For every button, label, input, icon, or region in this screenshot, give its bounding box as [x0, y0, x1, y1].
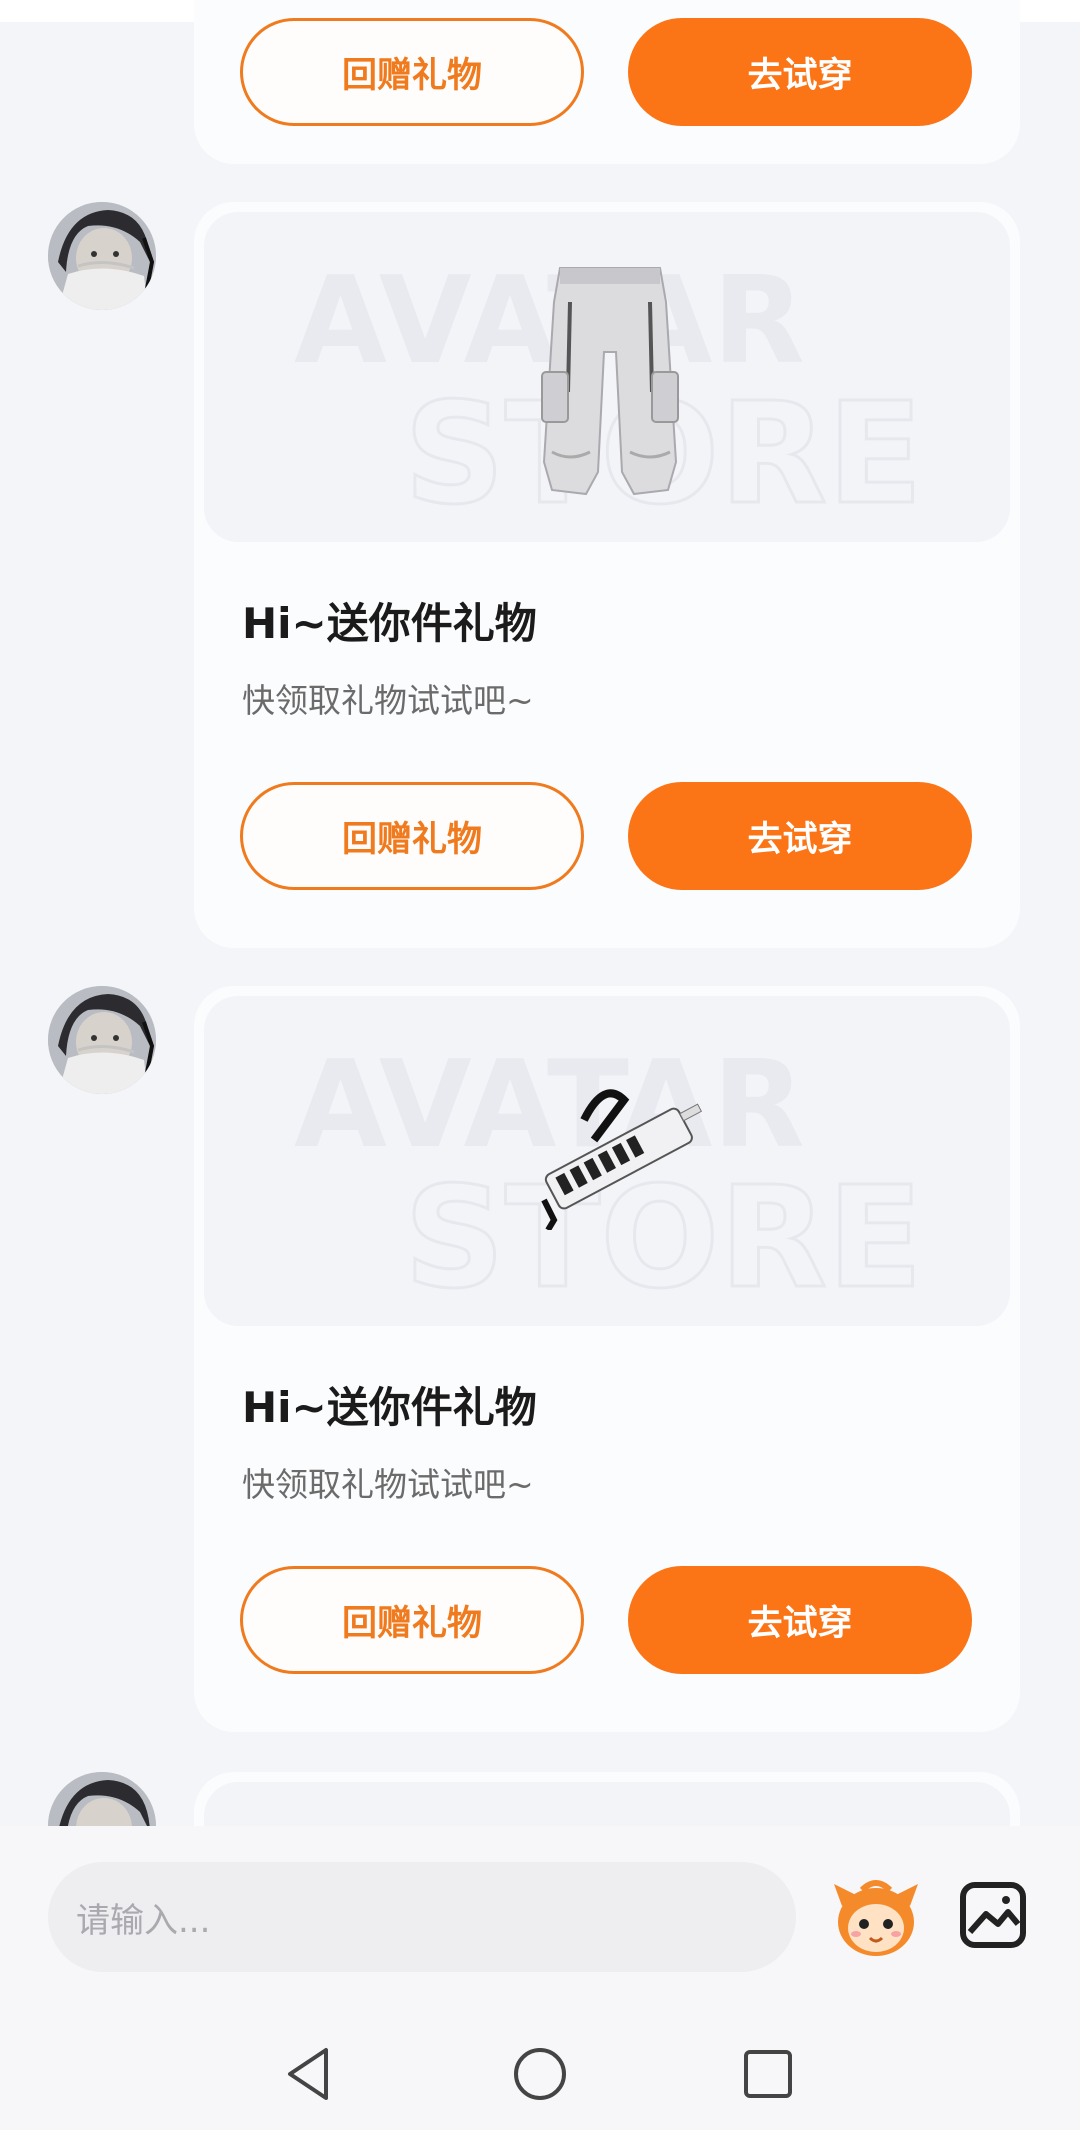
reply-gift-button[interactable]: 回赠礼物: [240, 1566, 584, 1674]
nav-recents-icon[interactable]: [738, 2044, 798, 2104]
nav-home-icon[interactable]: [510, 2044, 570, 2104]
emoji-mascot-icon[interactable]: [832, 1876, 920, 1960]
avatar-image: [48, 986, 156, 1094]
pants-icon: [541, 267, 679, 496]
gift-card: [194, 1772, 1020, 1826]
reply-gift-button[interactable]: 回赠礼物: [240, 18, 584, 126]
keytar-icon: [541, 1089, 703, 1230]
message-input-bar: 请输入...: [0, 1826, 1080, 2130]
gift-card: 回赠礼物 去试穿: [194, 0, 1020, 164]
gift-subtitle: 快领取礼物试试吧~: [242, 1465, 534, 1504]
reply-gift-button[interactable]: 回赠礼物: [240, 782, 584, 890]
gift-title: Hi~送你件礼物: [242, 599, 537, 648]
sender-avatar[interactable]: [48, 1772, 156, 1826]
sender-avatar[interactable]: [48, 986, 156, 1094]
chat-message-list[interactable]: 回赠礼物 去试穿 AVATAR STORE: [0, 0, 1080, 1826]
try-on-button[interactable]: 去试穿: [628, 782, 972, 890]
gift-subtitle: 快领取礼物试试吧~: [242, 681, 534, 720]
message-input[interactable]: 请输入...: [48, 1862, 796, 1972]
try-on-button[interactable]: 去试穿: [628, 1566, 972, 1674]
gift-preview[interactable]: AVATAR STORE: [204, 212, 1010, 542]
gift-card: AVATAR STORE Hi~送你件礼物 快领取礼物试试吧~ 回赠礼物 去试穿: [194, 986, 1020, 1732]
image-icon[interactable]: [958, 1880, 1028, 1950]
nav-back-icon[interactable]: [280, 2044, 340, 2104]
sender-avatar[interactable]: [48, 202, 156, 310]
avatar-image: [48, 202, 156, 310]
gift-preview[interactable]: AVATAR STORE: [204, 996, 1010, 1326]
gift-title: Hi~送你件礼物: [242, 1383, 537, 1432]
avatar-image: [48, 1772, 156, 1826]
gift-card: AVATAR STORE Hi~送你件礼物 快领取礼物试试吧~ 回赠礼物 去试穿: [194, 202, 1020, 948]
gift-preview[interactable]: [204, 1782, 1010, 1826]
try-on-button[interactable]: 去试穿: [628, 18, 972, 126]
